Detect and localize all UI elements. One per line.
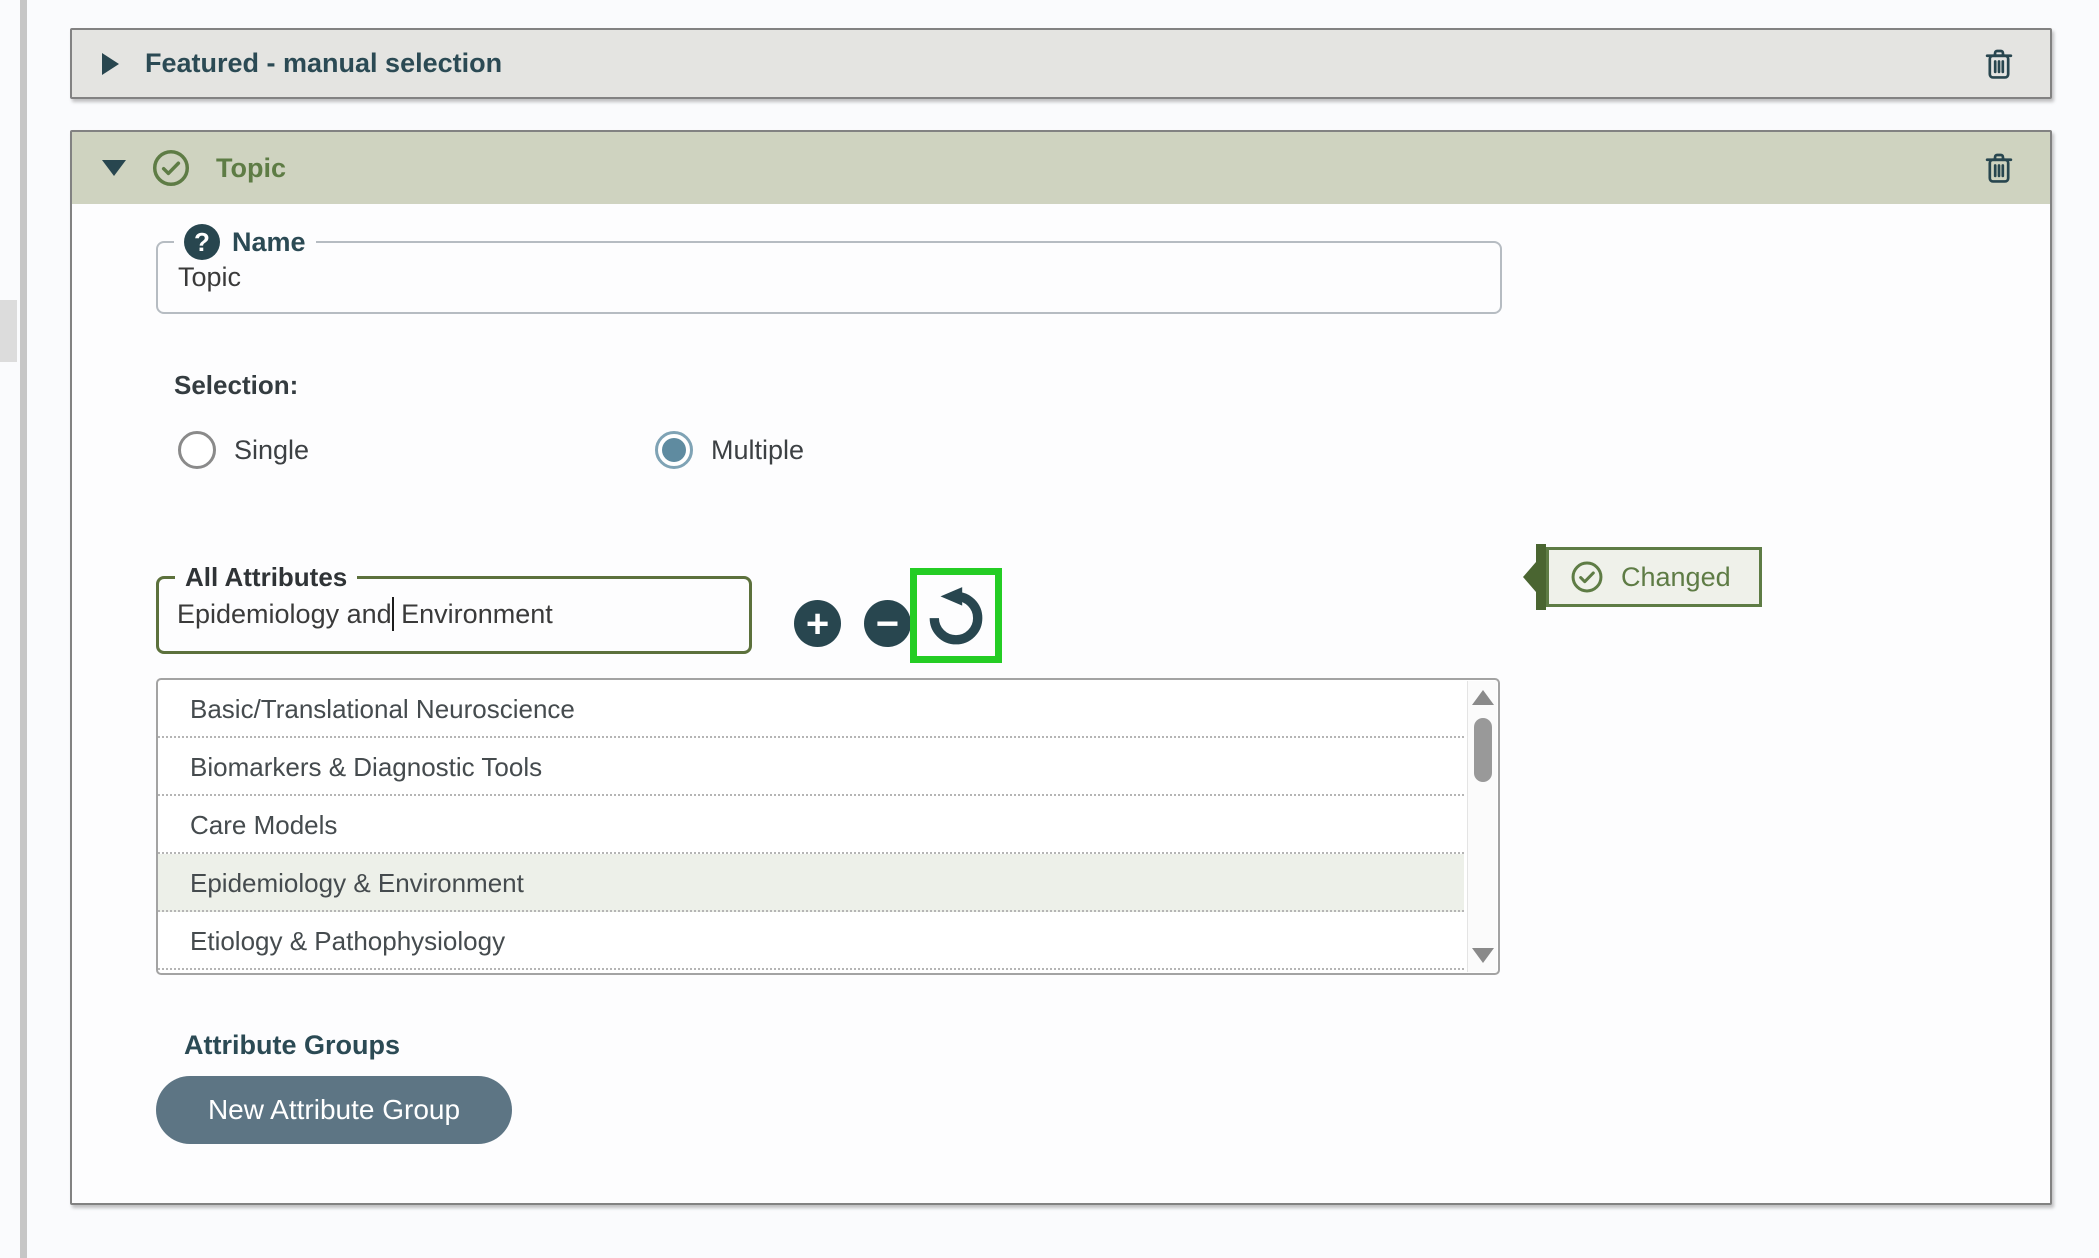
topic-panel-header[interactable]: Topic xyxy=(72,132,2050,204)
radio-dot xyxy=(662,438,686,462)
caret-down-icon[interactable] xyxy=(102,160,126,176)
featured-panel-title: Featured - manual selection xyxy=(145,48,502,79)
plus-icon: + xyxy=(806,604,829,644)
delete-featured-button[interactable] xyxy=(1978,43,2020,85)
caret-right-icon[interactable] xyxy=(102,53,119,75)
topic-panel-title: Topic xyxy=(216,153,286,184)
trash-icon xyxy=(1980,45,2018,83)
undo-highlight-box xyxy=(910,568,1002,663)
list-rows: Basic/Translational Neuroscience Biomark… xyxy=(158,680,1464,970)
list-item[interactable]: Etiology & Pathophysiology xyxy=(158,912,1464,970)
minus-icon: − xyxy=(876,604,899,644)
radio-multiple[interactable]: Multiple xyxy=(655,431,804,469)
name-legend: ? Name xyxy=(174,224,316,260)
changed-badge-label: Changed xyxy=(1621,562,1731,593)
listbox-scrollbar[interactable] xyxy=(1467,681,1497,972)
input-text-after-caret: Environment xyxy=(394,599,553,630)
side-scrollbar-thumb[interactable] xyxy=(0,300,17,362)
input-text-before-caret: Epidemiology and xyxy=(177,599,392,630)
topic-panel: Topic ? Name Selection: Single Multiple xyxy=(70,130,2052,1205)
attributes-listbox: Basic/Translational Neuroscience Biomark… xyxy=(156,678,1500,975)
changed-badge: Changed xyxy=(1523,544,1762,610)
badge-notch-icon xyxy=(1523,562,1536,592)
circle-check-icon xyxy=(1569,559,1605,595)
scroll-up-icon[interactable] xyxy=(1472,690,1494,705)
list-item[interactable]: Basic/Translational Neuroscience xyxy=(158,680,1464,738)
remove-attribute-button[interactable]: − xyxy=(864,600,911,647)
featured-panel: Featured - manual selection xyxy=(70,28,2052,99)
all-attributes-legend: All Attributes xyxy=(175,562,357,593)
badge-box: Changed xyxy=(1546,547,1762,607)
delete-topic-button[interactable] xyxy=(1978,147,2020,189)
trash-icon xyxy=(1980,149,2018,187)
all-attributes-fieldset: All Attributes Epidemiology and Environm… xyxy=(156,562,752,654)
scroll-down-icon[interactable] xyxy=(1472,948,1494,963)
attribute-groups-label: Attribute Groups xyxy=(184,1030,400,1061)
radio-single[interactable]: Single xyxy=(178,431,309,469)
question-mark-icon[interactable]: ? xyxy=(184,224,220,260)
circle-check-icon xyxy=(150,147,192,189)
vertical-divider xyxy=(20,0,27,1258)
new-attribute-group-button[interactable]: New Attribute Group xyxy=(156,1076,512,1144)
add-attribute-button[interactable]: + xyxy=(794,600,841,647)
selection-label: Selection: xyxy=(174,370,298,401)
scrollbar-thumb[interactable] xyxy=(1474,718,1492,782)
list-item[interactable]: Biomarkers & Diagnostic Tools xyxy=(158,738,1464,796)
name-label: Name xyxy=(232,227,306,258)
featured-panel-header[interactable]: Featured - manual selection xyxy=(72,30,2050,97)
all-attributes-label: All Attributes xyxy=(185,562,347,593)
badge-bar xyxy=(1536,544,1546,610)
radio-circle-icon[interactable] xyxy=(178,431,216,469)
list-item[interactable]: Care Models xyxy=(158,796,1464,854)
radio-single-label: Single xyxy=(234,435,309,466)
radio-circle-icon[interactable] xyxy=(655,431,693,469)
name-fieldset: ? Name xyxy=(156,224,1502,314)
radio-multiple-label: Multiple xyxy=(711,435,804,466)
list-item-highlighted[interactable]: Epidemiology & Environment xyxy=(158,854,1464,912)
undo-button[interactable] xyxy=(925,585,987,647)
name-input[interactable] xyxy=(158,260,1433,293)
undo-icon xyxy=(925,585,987,647)
all-attributes-input[interactable]: Epidemiology and Environment xyxy=(159,593,749,631)
